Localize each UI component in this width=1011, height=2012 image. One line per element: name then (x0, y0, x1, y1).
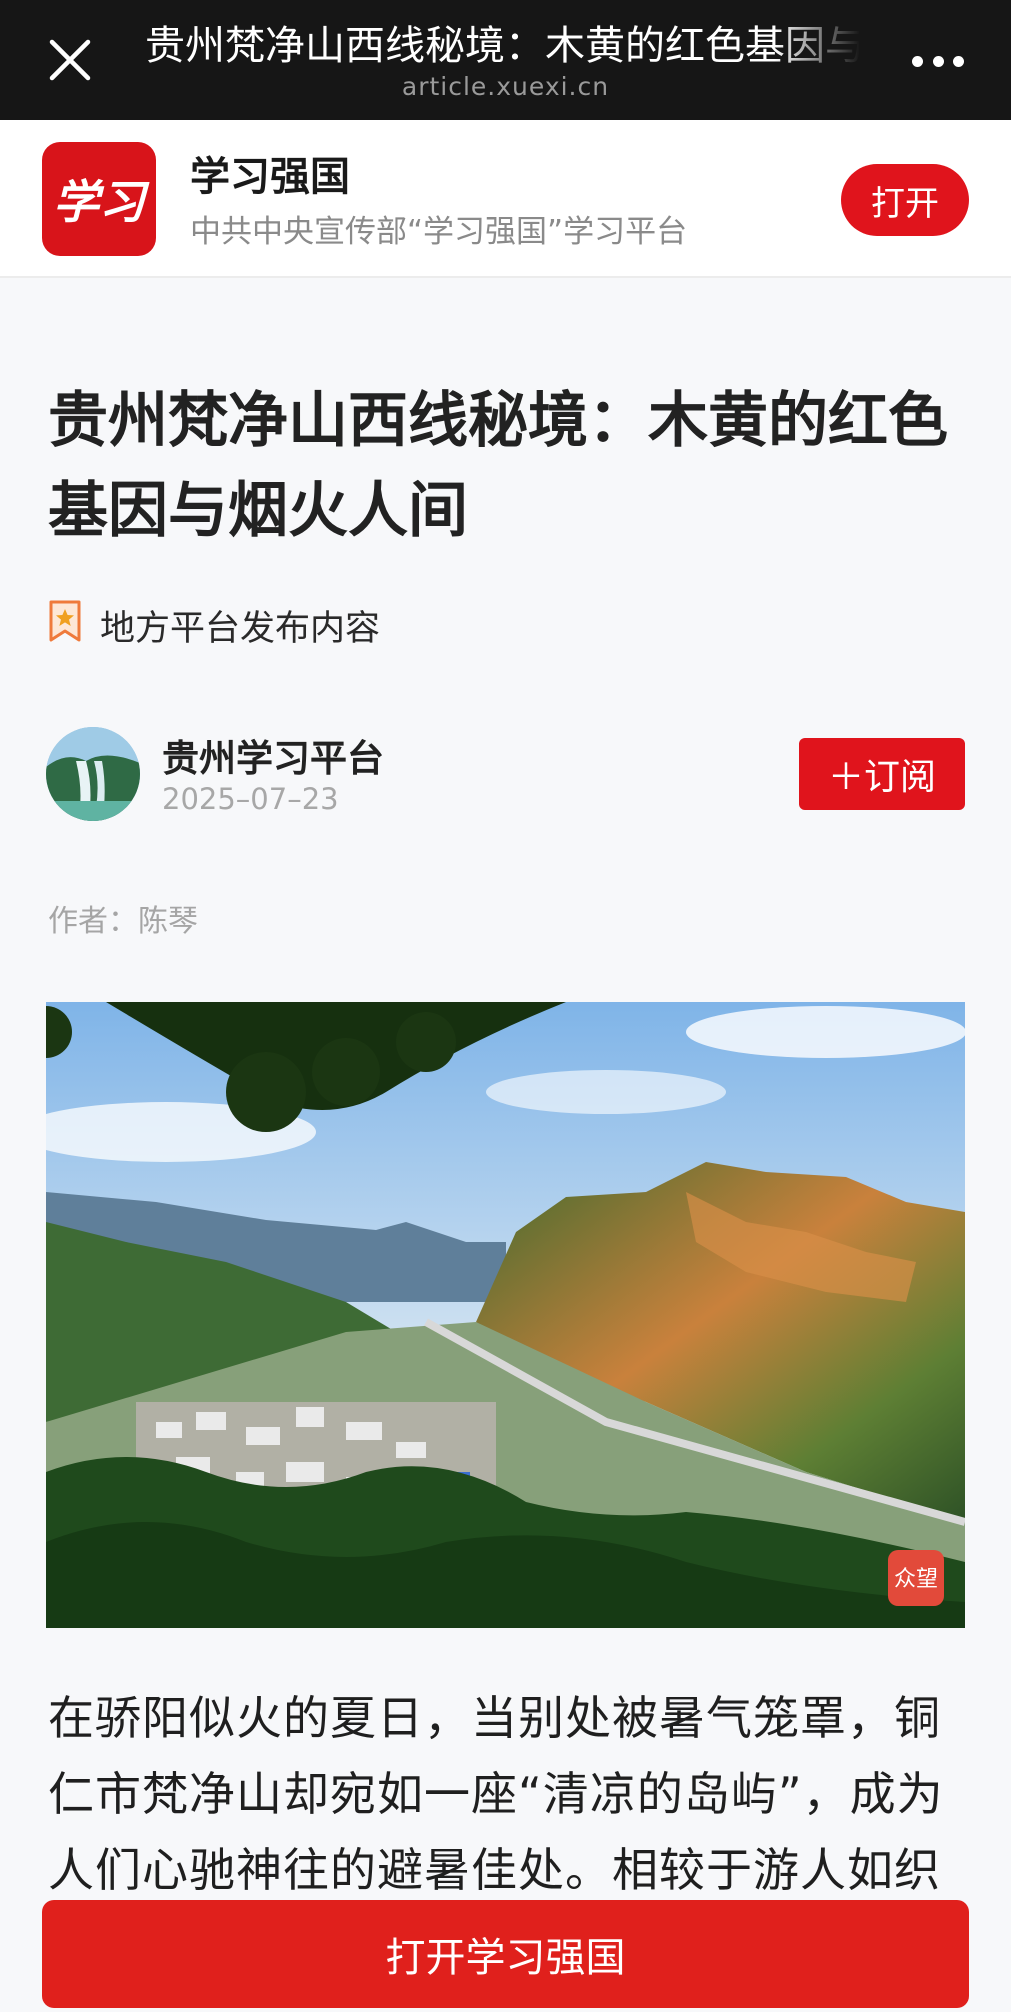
article-photo: 众望 (46, 1002, 965, 1628)
publisher-avatar[interactable] (46, 727, 140, 821)
app-download-banner: 学习 学习强国 中共中央宣传部“学习强国”学习平台 打开 (0, 120, 1011, 278)
svg-text:学习: 学习 (53, 175, 150, 229)
open-xuexi-button[interactable]: 打开学习强国 (42, 1900, 969, 2008)
app-logo: 学习 (42, 142, 156, 256)
publish-date: 2025–07–23 (162, 782, 339, 816)
more-icon[interactable] (912, 56, 964, 68)
page-domain: article.xuexi.cn (401, 72, 610, 101)
app-subtitle: 中共中央宣传部“学习强国”学习平台 (190, 214, 688, 250)
article-headline: 贵州梵净山西线秘境：木黄的红色基因与烟火人间 (48, 386, 948, 546)
article-body: 在骄阳似火的夏日，当别处被暑气笼罩，铜仁市梵净山却宛如一座“清凉的岛屿”，成为人… (48, 1691, 944, 1897)
app-name: 学习强国 (190, 154, 350, 200)
open-app-button[interactable]: 打开 (841, 164, 969, 236)
article-author: 作者：陈琴 (48, 904, 198, 939)
photo-watermark: 众望 (894, 1567, 938, 1592)
tag-label: 地方平台发布内容 (100, 609, 381, 649)
bookmark-star-icon (49, 600, 81, 642)
publisher-name[interactable]: 贵州学习平台 (162, 728, 384, 782)
subscribe-button[interactable]: ＋订阅 (799, 738, 965, 810)
browser-top-bar: 贵州梵净山西线秘境：木黄的红色基因与烟火人间 article.xuexi.cn (0, 0, 1011, 120)
page-title: 贵州梵净山西线秘境：木黄的红色基因与烟火人间 (145, 23, 860, 69)
